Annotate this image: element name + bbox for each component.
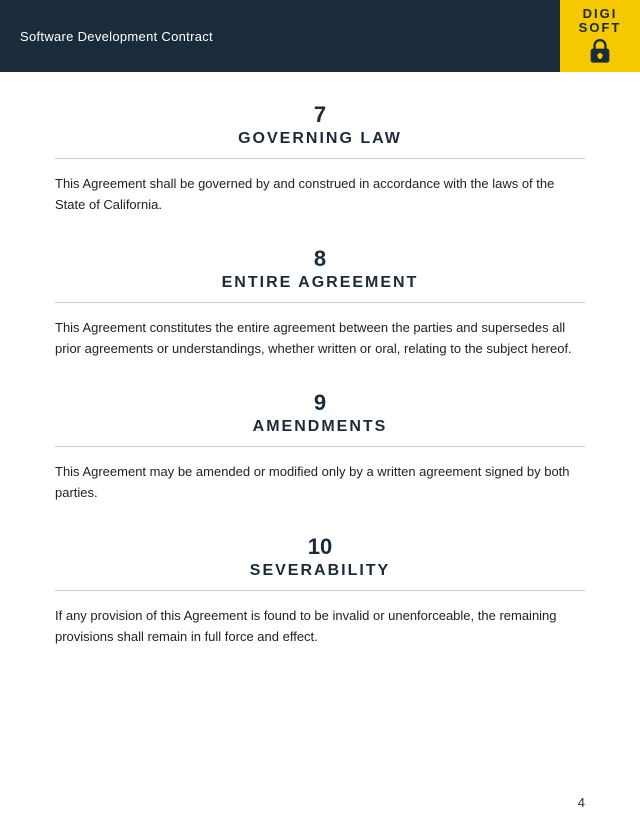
section-title: ENTIRE AGREEMENT bbox=[55, 274, 585, 292]
section-7: 7 GOVERNING LAW This Agreement shall be … bbox=[55, 102, 585, 216]
section-9: 9 AMENDMENTS This Agreement may be amend… bbox=[55, 390, 585, 504]
logo-text-soft: SOFT bbox=[579, 21, 622, 35]
header: Software Development Contract DIGI SOFT bbox=[0, 0, 640, 72]
section-divider bbox=[55, 590, 585, 591]
section-number: 10 bbox=[55, 534, 585, 560]
section-divider bbox=[55, 302, 585, 303]
section-body: This Agreement may be amended or modifie… bbox=[55, 461, 585, 504]
logo: DIGI SOFT bbox=[560, 0, 640, 72]
section-divider bbox=[55, 158, 585, 159]
logo-icon bbox=[586, 37, 614, 65]
section-body: If any provision of this Agreement is fo… bbox=[55, 605, 585, 648]
section-title: AMENDMENTS bbox=[55, 418, 585, 436]
section-title: SEVERABILITY bbox=[55, 562, 585, 580]
page: Software Development Contract DIGI SOFT bbox=[0, 0, 640, 828]
section-number: 8 bbox=[55, 246, 585, 272]
section-divider bbox=[55, 446, 585, 447]
page-footer: 4 bbox=[0, 785, 640, 828]
section-body: This Agreement constitutes the entire ag… bbox=[55, 317, 585, 360]
section-title: GOVERNING LAW bbox=[55, 130, 585, 148]
main-content: 7 GOVERNING LAW This Agreement shall be … bbox=[0, 72, 640, 785]
section-number: 7 bbox=[55, 102, 585, 128]
logo-text-digi: DIGI bbox=[583, 7, 618, 21]
section-number: 9 bbox=[55, 390, 585, 416]
section-8: 8 ENTIRE AGREEMENT This Agreement consti… bbox=[55, 246, 585, 360]
section-10: 10 SEVERABILITY If any provision of this… bbox=[55, 534, 585, 648]
section-body: This Agreement shall be governed by and … bbox=[55, 173, 585, 216]
page-number: 4 bbox=[578, 795, 585, 810]
header-title: Software Development Contract bbox=[20, 29, 213, 44]
